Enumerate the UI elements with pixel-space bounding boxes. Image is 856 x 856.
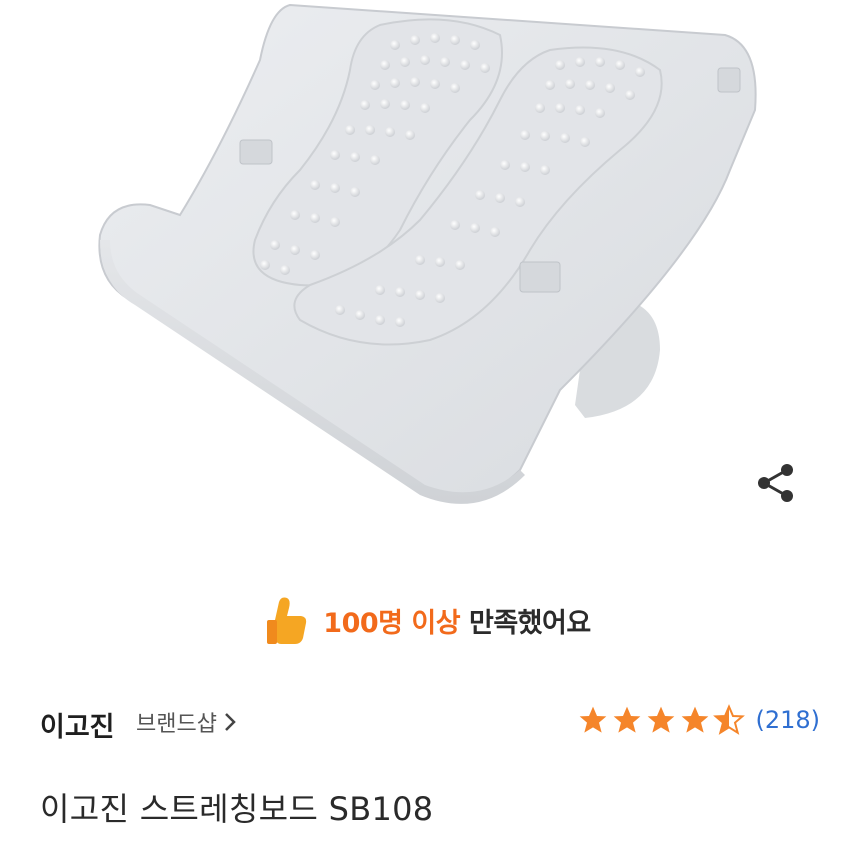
star-icon	[614, 706, 641, 733]
brand-name: 이고진	[40, 712, 115, 743]
chevron-right-icon	[225, 713, 236, 731]
satisfaction-banner: 100명 이상 만족했어요	[0, 590, 856, 650]
brand-shop-label: 브랜드샵	[136, 712, 217, 737]
star-icon	[648, 706, 675, 733]
star-icon	[682, 706, 709, 733]
star-rating	[577, 704, 746, 736]
satisfaction-rest: 만족했어요	[468, 607, 591, 639]
star-icon	[580, 706, 607, 733]
share-button[interactable]	[748, 455, 804, 511]
brand-shop-link[interactable]: 브랜드샵	[136, 706, 237, 738]
rating[interactable]: (218)	[577, 704, 820, 736]
thumbs-up-icon	[267, 597, 307, 644]
brand-row: 이고진 브랜드샵 (218)	[40, 698, 820, 752]
satisfaction-highlight: 100명 이상	[323, 607, 461, 639]
review-count: (218)	[755, 706, 820, 734]
share-icon	[758, 464, 793, 502]
product-image[interactable]	[0, 0, 856, 560]
satisfaction-text: 100명 이상 만족했어요	[323, 601, 591, 640]
star-half-icon	[713, 704, 746, 735]
product-title: 이고진 스트레칭보드 SB108	[40, 790, 434, 828]
